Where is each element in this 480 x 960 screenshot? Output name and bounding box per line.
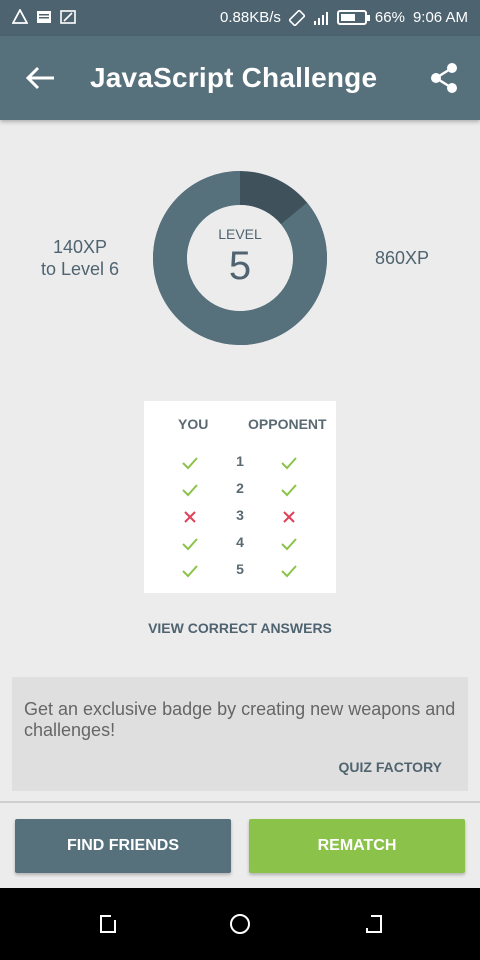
result-row: 4 <box>144 532 336 559</box>
share-icon <box>431 63 457 93</box>
question-number: 1 <box>236 453 244 469</box>
battery-icon <box>336 10 370 25</box>
cross-icon <box>181 508 199 526</box>
clock: 9:06 AM <box>412 9 468 26</box>
app-bar: JavaScript Challenge <box>0 36 480 120</box>
back-button[interactable] <box>22 60 62 96</box>
recent-apps-button[interactable] <box>96 912 120 936</box>
question-number: 4 <box>236 534 244 550</box>
home-button[interactable] <box>228 912 252 936</box>
check-icon <box>181 562 199 580</box>
status-bar: 0.88KB/s 66% 9:06 AM <box>0 0 480 36</box>
level-number: 5 <box>228 244 252 288</box>
check-icon <box>181 454 199 472</box>
arrow-left-icon <box>25 66 54 90</box>
signal-icon <box>313 10 329 26</box>
promo-banner: Get an exclusive badge by creating new w… <box>12 677 468 791</box>
result-row: 2 <box>144 478 336 505</box>
back-nav-icon <box>366 915 382 933</box>
check-icon <box>280 562 298 580</box>
xp-current: 860XP <box>374 248 430 268</box>
check-icon <box>181 535 199 553</box>
recent-apps-icon <box>100 915 116 933</box>
battery-percent: 66% <box>374 9 405 26</box>
xp-to-next-level: 140XP to Level 6 <box>30 236 130 280</box>
results-card: YOU OPPONENT 1 2 3 4 5 <box>144 401 336 593</box>
view-correct-answers-link[interactable]: VIEW CORRECT ANSWERS <box>120 620 360 636</box>
result-row: 3 <box>144 505 336 532</box>
back-nav-button[interactable] <box>362 912 386 936</box>
check-icon <box>280 481 298 499</box>
result-row: 1 <box>144 451 336 478</box>
cast-icon <box>60 9 76 25</box>
rematch-button[interactable]: REMATCH <box>249 819 465 873</box>
navigation-bar <box>0 888 480 960</box>
check-icon <box>280 454 298 472</box>
xp-next-level-label: to Level 6 <box>40 259 120 279</box>
level-badge: LEVEL 5 <box>190 226 290 290</box>
warning-icon <box>11 8 29 25</box>
home-icon <box>230 914 250 934</box>
you-header: YOU <box>178 416 209 432</box>
promo-text: Get an exclusive badge by creating new w… <box>24 699 456 740</box>
question-number: 5 <box>236 561 244 577</box>
cross-icon <box>280 508 298 526</box>
quiz-factory-link[interactable]: QUIZ FACTORY <box>339 759 442 775</box>
xp-remaining: 140XP <box>52 237 108 257</box>
rotate-icon <box>288 9 306 26</box>
opponent-header: OPPONENT <box>248 416 327 432</box>
share-button[interactable] <box>426 60 462 96</box>
question-number: 2 <box>236 480 244 496</box>
level-label: LEVEL <box>218 226 262 242</box>
question-number: 3 <box>236 507 244 523</box>
find-friends-button[interactable]: FIND FRIENDS <box>15 819 231 873</box>
network-speed: 0.88KB/s <box>220 9 281 26</box>
check-icon <box>181 481 199 499</box>
divider <box>0 801 480 803</box>
notification-icon <box>36 9 52 25</box>
page-title: JavaScript Challenge <box>90 62 378 93</box>
check-icon <box>280 535 298 553</box>
result-row: 5 <box>144 559 336 586</box>
